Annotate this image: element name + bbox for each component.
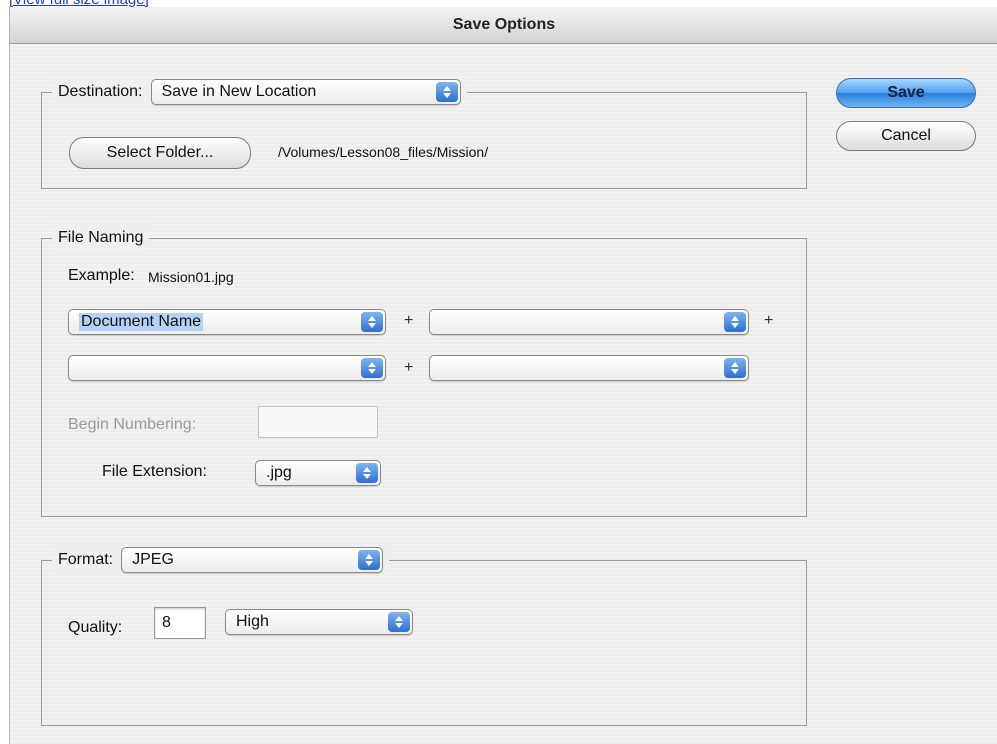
- plus-sign: +: [764, 312, 774, 329]
- plus-sign: +: [404, 312, 414, 329]
- example-label: Example:: [68, 267, 135, 284]
- cancel-button[interactable]: Cancel: [836, 121, 976, 151]
- destination-value: Save in New Location: [161, 83, 317, 100]
- naming-field-2[interactable]: [429, 309, 749, 335]
- naming-field-3[interactable]: [68, 355, 386, 381]
- save-options-dialog: Save Options Save Cancel Destination: Sa…: [9, 7, 997, 744]
- save-button[interactable]: Save: [836, 78, 976, 108]
- begin-numbering-field[interactable]: [258, 406, 378, 438]
- file-naming-title: File Naming: [58, 229, 144, 246]
- format-value: JPEG: [132, 551, 174, 568]
- example-value: Mission01.jpg: [148, 269, 234, 285]
- popup-arrows-icon: [361, 358, 383, 378]
- dialog-title: Save Options: [10, 7, 997, 44]
- destination-popup[interactable]: Save in New Location: [150, 79, 461, 105]
- format-legend: Format: JPEG: [52, 545, 390, 575]
- file-extension-popup[interactable]: .jpg: [255, 460, 381, 486]
- popup-arrows-icon: [388, 612, 410, 632]
- file-naming-group: File Naming Example: Mission01.jpg Docum…: [41, 223, 807, 517]
- quality-level-popup[interactable]: High: [225, 609, 413, 635]
- quality-level-value: High: [236, 613, 269, 630]
- file-extension-value: .jpg: [266, 464, 292, 481]
- naming-field-1[interactable]: Document Name: [68, 309, 386, 335]
- popup-arrows-icon: [358, 550, 381, 570]
- quality-label: Quality:: [68, 619, 123, 636]
- popup-arrows-icon: [356, 463, 378, 483]
- format-group: Format: JPEG Quality: 8 High: [41, 545, 807, 726]
- quality-input[interactable]: 8: [154, 607, 206, 639]
- format-popup[interactable]: JPEG: [121, 547, 384, 573]
- select-folder-button[interactable]: Select Folder...: [69, 137, 251, 169]
- file-extension-label: File Extension:: [102, 463, 207, 480]
- popup-arrows-icon: [361, 312, 383, 332]
- naming-field-1-value: Document Name: [79, 313, 204, 331]
- destination-path: /Volumes/Lesson08_files/Mission/: [278, 144, 489, 160]
- naming-field-4[interactable]: [429, 355, 749, 381]
- plus-sign: +: [404, 359, 414, 376]
- popup-arrows-icon: [724, 312, 746, 332]
- file-naming-legend: File Naming: [52, 223, 150, 253]
- begin-numbering-label: Begin Numbering:: [68, 416, 197, 433]
- format-label: Format:: [58, 551, 114, 568]
- popup-arrows-icon: [435, 82, 458, 102]
- destination-label: Destination:: [58, 83, 143, 100]
- popup-arrows-icon: [724, 358, 746, 378]
- destination-legend: Destination: Save in New Location: [52, 77, 467, 107]
- destination-group: Destination: Save in New Location Select…: [41, 77, 807, 189]
